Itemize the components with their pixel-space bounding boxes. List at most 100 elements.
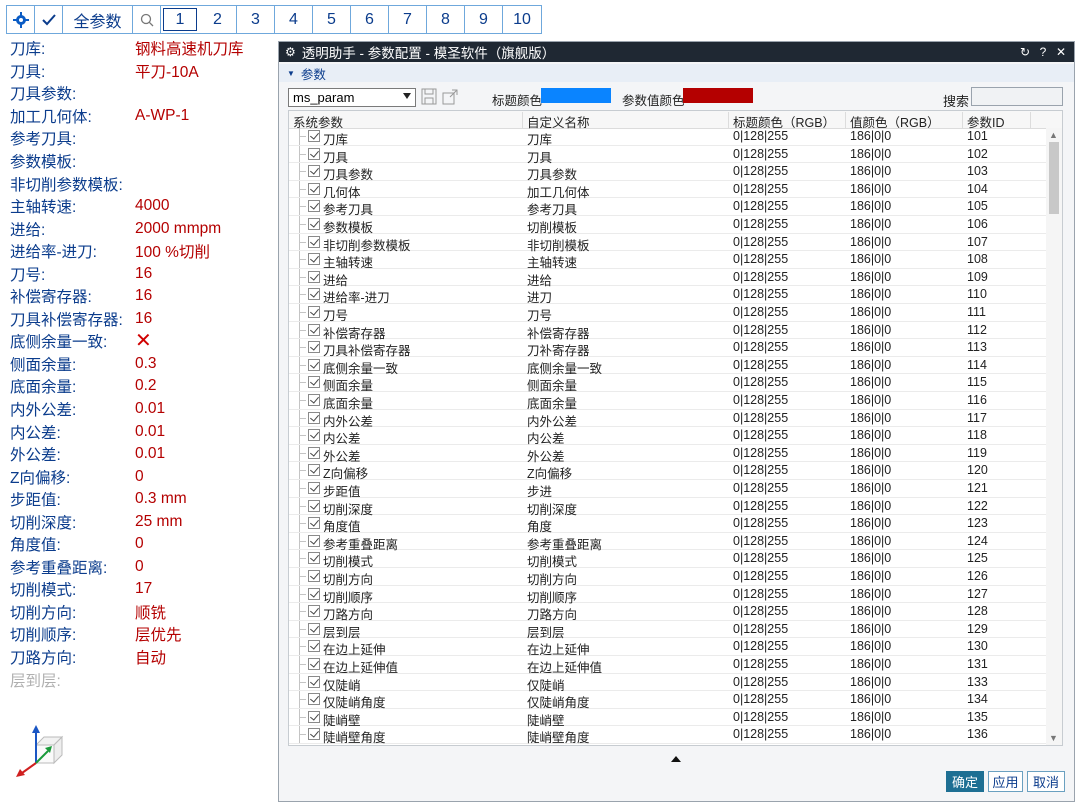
col-header-custom-name[interactable]: 自定义名称	[523, 112, 729, 130]
row-checkbox[interactable]	[308, 376, 320, 389]
table-row[interactable]: 刀库 刀库 0|128|255 186|0|0 101	[289, 128, 1046, 147]
col-header-system-param[interactable]: 系统参数	[289, 112, 523, 130]
row-checkbox[interactable]	[308, 570, 320, 582]
search-icon[interactable]	[133, 6, 161, 33]
page-button-1[interactable]: 1	[163, 8, 197, 31]
page-button-3[interactable]: 3	[237, 6, 275, 33]
row-checkbox[interactable]	[308, 587, 320, 600]
table-row[interactable]: 陡峭壁 陡峭壁 0|128|255 186|0|0 135	[289, 708, 1046, 728]
page-button-7[interactable]: 7	[389, 6, 427, 33]
row-checkbox[interactable]	[308, 605, 320, 618]
table-row[interactable]: 陡峭壁角度 陡峭壁角度 0|128|255 186|0|0 136	[289, 726, 1046, 745]
vertical-scrollbar[interactable]: ▲ ▼	[1046, 128, 1062, 745]
table-row[interactable]: 切削深度 切削深度 0|128|255 186|0|0 122	[289, 497, 1046, 517]
row-checkbox[interactable]	[308, 534, 320, 547]
row-checkbox[interactable]	[308, 429, 320, 442]
scroll-up-icon[interactable]: ▲	[1049, 130, 1058, 140]
row-checkbox[interactable]	[308, 147, 320, 160]
apply-button[interactable]: 应用	[988, 771, 1023, 792]
col-header-title-color[interactable]: 标题颜色（RGB）	[729, 112, 846, 130]
row-checkbox[interactable]	[308, 411, 320, 424]
save-icon[interactable]	[421, 88, 437, 105]
cancel-button[interactable]: 取消	[1027, 771, 1065, 792]
table-row[interactable]: 参考刀具 参考刀具 0|128|255 186|0|0 105	[289, 198, 1046, 217]
table-row[interactable]: 参数模板 切削模板 0|128|255 186|0|0 106	[289, 216, 1046, 235]
all-params-button[interactable]: 全参数	[63, 6, 133, 33]
value-color-swatch[interactable]	[683, 88, 753, 103]
page-button-2[interactable]: 2	[199, 6, 237, 33]
table-row[interactable]: 步距值 步进 0|128|255 186|0|0 121	[289, 480, 1046, 499]
table-row[interactable]: 非切削参数模板 非切削模板 0|128|255 186|0|0 107	[289, 233, 1046, 253]
table-row[interactable]: 在边上延伸 在边上延伸 0|128|255 186|0|0 130	[289, 638, 1046, 657]
row-checkbox[interactable]	[308, 446, 320, 459]
table-row[interactable]: 刀路方向 刀路方向 0|128|255 186|0|0 128	[289, 603, 1046, 622]
row-checkbox[interactable]	[308, 358, 320, 371]
table-row[interactable]: 底侧余量一致 底侧余量一致 0|128|255 186|0|0 114	[289, 356, 1046, 376]
table-row[interactable]: 仅陡峭 仅陡峭 0|128|255 186|0|0 133	[289, 673, 1046, 693]
table-row[interactable]: 进给率-进刀 进刀 0|128|255 186|0|0 110	[289, 286, 1046, 305]
page-button-5[interactable]: 5	[313, 6, 351, 33]
scrollbar-thumb[interactable]	[1049, 142, 1059, 214]
page-button-9[interactable]: 9	[465, 6, 503, 33]
table-row[interactable]: 底面余量 底面余量 0|128|255 186|0|0 116	[289, 392, 1046, 411]
col-header-param-id[interactable]: 参数ID	[963, 112, 1031, 130]
row-checkbox[interactable]	[308, 253, 320, 266]
table-row[interactable]: 外公差 外公差 0|128|255 186|0|0 119	[289, 444, 1046, 464]
table-row[interactable]: 进给 进给 0|128|255 186|0|0 109	[289, 268, 1046, 288]
template-select[interactable]: ms_param	[288, 88, 416, 107]
table-row[interactable]: 仅陡峭角度 仅陡峭角度 0|128|255 186|0|0 134	[289, 691, 1046, 710]
table-row[interactable]: 刀号 刀号 0|128|255 186|0|0 111	[289, 304, 1046, 323]
row-checkbox[interactable]	[308, 622, 320, 635]
row-checkbox[interactable]	[308, 288, 320, 301]
row-checkbox[interactable]	[308, 218, 320, 230]
table-row[interactable]: 切削方向 切削方向 0|128|255 186|0|0 126	[289, 568, 1046, 587]
table-row[interactable]: 主轴转速 主轴转速 0|128|255 186|0|0 108	[289, 251, 1046, 270]
row-checkbox[interactable]	[308, 693, 320, 706]
table-row[interactable]: 内公差 内公差 0|128|255 186|0|0 118	[289, 427, 1046, 446]
row-checkbox[interactable]	[308, 182, 320, 195]
table-row[interactable]: 刀具参数 刀具参数 0|128|255 186|0|0 103	[289, 163, 1046, 182]
table-row[interactable]: Z向偏移 Z向偏移 0|128|255 186|0|0 120	[289, 462, 1046, 481]
page-button-6[interactable]: 6	[351, 6, 389, 33]
table-row[interactable]: 内外公差 内外公差 0|128|255 186|0|0 117	[289, 409, 1046, 429]
row-checkbox[interactable]	[308, 728, 320, 741]
row-checkbox[interactable]	[308, 130, 320, 142]
table-row[interactable]: 切削顺序 切削顺序 0|128|255 186|0|0 127	[289, 585, 1046, 605]
row-checkbox[interactable]	[308, 464, 320, 477]
row-checkbox[interactable]	[308, 235, 320, 248]
table-row[interactable]: 几何体 加工几何体 0|128|255 186|0|0 104	[289, 180, 1046, 200]
collapse-arrow-icon[interactable]	[671, 756, 681, 762]
row-checkbox[interactable]	[308, 341, 320, 354]
row-checkbox[interactable]	[308, 165, 320, 178]
table-row[interactable]: 刀具补偿寄存器 刀补寄存器 0|128|255 186|0|0 113	[289, 339, 1046, 358]
table-row[interactable]: 补偿寄存器 补偿寄存器 0|128|255 186|0|0 112	[289, 321, 1046, 341]
row-checkbox[interactable]	[308, 200, 320, 213]
row-checkbox[interactable]	[308, 640, 320, 653]
table-row[interactable]: 层到层 层到层 0|128|255 186|0|0 129	[289, 620, 1046, 640]
table-row[interactable]: 参考重叠距离 参考重叠距离 0|128|255 186|0|0 124	[289, 532, 1046, 552]
row-checkbox[interactable]	[308, 499, 320, 512]
row-checkbox[interactable]	[308, 482, 320, 494]
row-checkbox[interactable]	[308, 710, 320, 723]
row-checkbox[interactable]	[308, 658, 320, 670]
row-checkbox[interactable]	[308, 552, 320, 565]
reset-icon[interactable]: ↻	[1018, 45, 1032, 59]
table-row[interactable]: 侧面余量 侧面余量 0|128|255 186|0|0 115	[289, 374, 1046, 393]
help-icon[interactable]: ?	[1036, 45, 1050, 59]
table-row[interactable]: 切削模式 切削模式 0|128|255 186|0|0 125	[289, 550, 1046, 569]
table-row[interactable]: 角度值 角度 0|128|255 186|0|0 123	[289, 515, 1046, 534]
row-checkbox[interactable]	[308, 323, 320, 336]
page-button-8[interactable]: 8	[427, 6, 465, 33]
row-checkbox[interactable]	[308, 270, 320, 283]
export-icon[interactable]	[442, 88, 459, 105]
gear-icon[interactable]	[7, 6, 35, 33]
check-icon[interactable]	[35, 6, 63, 33]
page-button-10[interactable]: 10	[503, 6, 541, 33]
row-checkbox[interactable]	[308, 517, 320, 530]
dialog-title-bar[interactable]: ⚙ 透明助手 - 参数配置 - 模圣软件（旗舰版） ↻ ? ✕	[279, 42, 1074, 62]
scroll-down-icon[interactable]: ▼	[1049, 733, 1058, 743]
col-header-value-color[interactable]: 值颜色（RGB）	[846, 112, 963, 130]
ok-button[interactable]: 确定	[946, 771, 984, 792]
row-checkbox[interactable]	[308, 394, 320, 406]
table-row[interactable]: 刀具 刀具 0|128|255 186|0|0 102	[289, 145, 1046, 165]
